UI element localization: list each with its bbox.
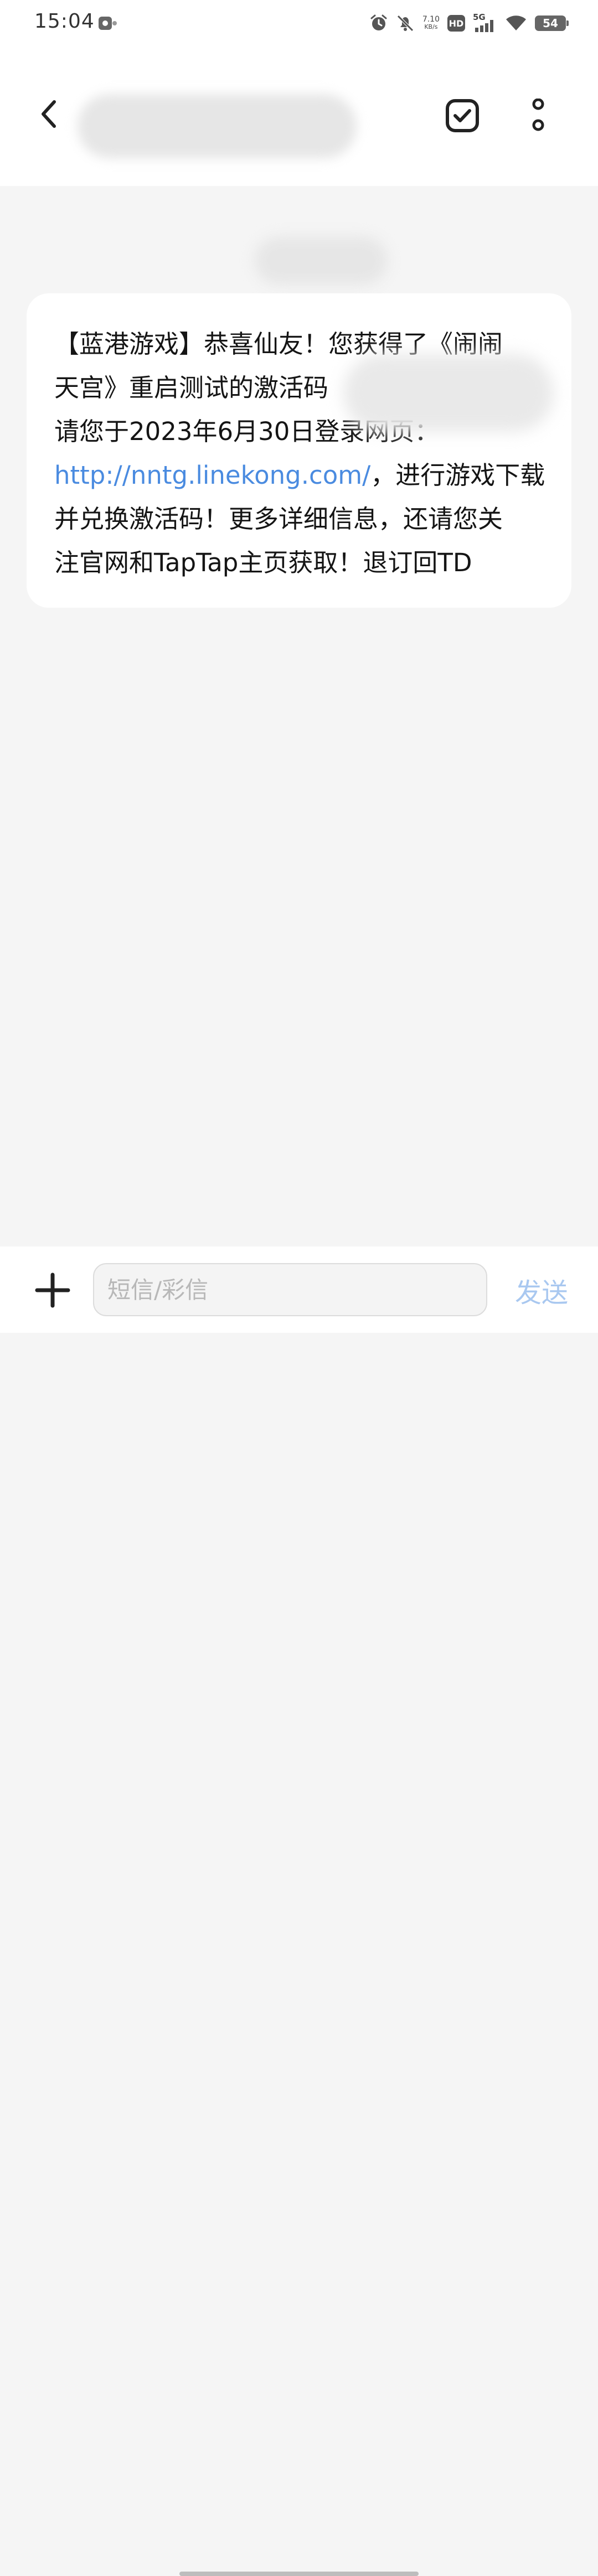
network-speed-unit: KB/s	[424, 23, 438, 30]
network-speed: 7.10 KB/s	[422, 15, 440, 31]
message-input[interactable]	[93, 1263, 487, 1316]
add-attachment-button[interactable]	[33, 1272, 72, 1311]
message-line: 并兑换激活码！更多详细信息，还请您关	[54, 504, 503, 534]
back-button[interactable]	[32, 99, 65, 132]
message-date-label	[255, 237, 388, 285]
battery-icon: 54	[535, 15, 569, 31]
signal-5g-icon: 5G	[473, 12, 497, 33]
hd-icon: HD	[447, 15, 465, 32]
home-indicator[interactable]	[179, 2572, 419, 2576]
message-line-tail: ，进行游戏下载	[370, 461, 545, 490]
chevron-left-icon	[38, 99, 60, 132]
message-bubble[interactable]: 【蓝港游戏】恭喜仙友！您获得了《闹闹 天宫》重启测试的激活码 请您于2023年6…	[27, 293, 571, 608]
alarm-icon	[369, 14, 388, 33]
message-composer: 发送	[0, 1246, 598, 2576]
app-notification-icon	[97, 15, 117, 31]
wifi-icon	[505, 14, 527, 33]
more-options-button[interactable]	[523, 97, 554, 136]
status-time: 15:04	[34, 10, 95, 33]
top-area: 15:04 7.10 KB/s HD 5G 54	[0, 0, 598, 186]
message-line-with-link: http://nntg.linekong.com/，进行游戏下载	[54, 453, 545, 497]
redacted-activation-code	[343, 354, 554, 432]
message-line: 注官网和TapTap主页获取！退订回TD	[54, 548, 472, 577]
message-link[interactable]: http://nntg.linekong.com/	[54, 461, 370, 490]
bell-muted-icon	[396, 14, 415, 33]
checkbox-icon	[445, 99, 480, 135]
contact-name[interactable]	[78, 94, 357, 158]
conversation-header	[0, 77, 598, 158]
more-vertical-icon	[530, 98, 547, 135]
plus-icon	[35, 1273, 70, 1310]
network-speed-value: 7.10	[422, 15, 440, 24]
select-messages-button[interactable]	[443, 97, 482, 136]
status-bar: 15:04 7.10 KB/s HD 5G 54	[0, 0, 598, 46]
status-icons: 7.10 KB/s HD 5G 54	[369, 11, 569, 35]
send-button[interactable]: 发送	[515, 1271, 568, 1310]
